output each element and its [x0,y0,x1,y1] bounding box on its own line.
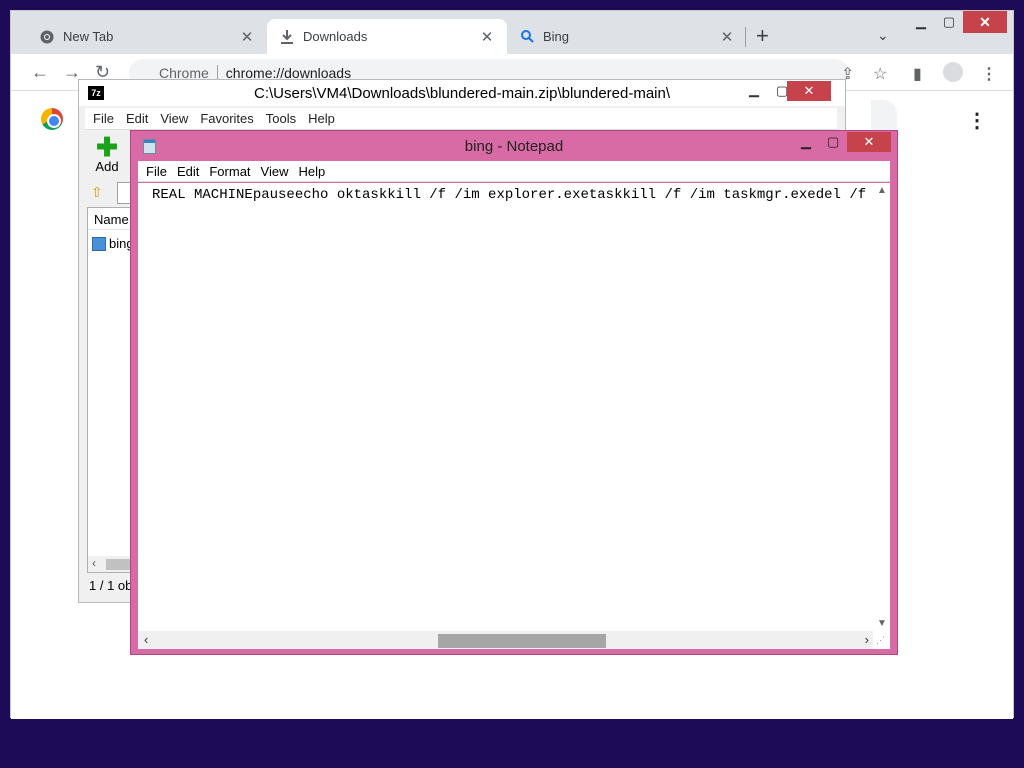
plus-icon: ✚ [96,132,118,162]
horizontal-scrollbar[interactable]: ‹ [88,556,134,572]
document-text[interactable]: REAL MACHINEpauseecho oktaskkill /f /im … [152,187,870,203]
status-bar-text: 1 / 1 obj [89,578,136,593]
7zip-title-bar[interactable]: 7z C:\Users\VM4\Downloads\blundered-main… [79,80,845,106]
scroll-thumb[interactable] [438,634,606,648]
menu-icon[interactable]: ⋮ [981,64,997,84]
download-icon [279,29,295,45]
minimize-button[interactable]: ▁ [801,134,811,150]
file-list[interactable]: Name bing ‹ [87,207,135,573]
close-window-button[interactable]: ✕ [847,132,891,152]
scroll-up-icon[interactable]: ▲ [877,185,887,196]
horizontal-scrollbar[interactable]: ‹ › [138,631,873,649]
tab-label: Downloads [303,29,368,44]
close-window-button[interactable]: ✕ [787,81,831,101]
7zip-menu-bar: File Edit View Favorites Tools Help [85,108,837,130]
menu-help[interactable]: Help [298,164,325,179]
scroll-right-icon[interactable]: › [865,632,869,647]
menu-view[interactable]: View [160,111,188,126]
add-button[interactable]: ✚ Add [93,132,121,174]
tab-bing[interactable]: Bing ✕ [507,19,747,54]
tab-label: Bing [543,29,570,44]
text-editor[interactable]: REAL MACHINEpauseecho oktaskkill /f /im … [138,183,890,649]
menu-file[interactable]: File [93,111,114,126]
minimize-button[interactable]: ▁ [749,82,759,98]
menu-file[interactable]: File [146,164,167,179]
chrome-icon [39,29,55,45]
list-item[interactable]: bing [92,236,134,251]
menu-edit[interactable]: Edit [126,111,148,126]
profile-avatar[interactable] [943,62,963,82]
star-icon[interactable]: ☆ [873,64,887,84]
scroll-left-icon[interactable]: ‹ [92,556,96,570]
resize-grip-icon[interactable]: ⋰ [876,635,888,647]
close-window-button[interactable]: ✕ [963,11,1007,33]
tab-new-tab[interactable]: New Tab ✕ [27,19,267,54]
menu-format[interactable]: Format [209,164,250,179]
search-icon [519,29,535,45]
scroll-left-icon[interactable]: ‹ [144,632,148,647]
maximize-button[interactable]: ▢ [939,11,959,33]
scroll-down-icon[interactable]: ▼ [877,618,887,629]
menu-favorites[interactable]: Favorites [200,111,253,126]
batch-file-icon [92,236,106,251]
new-tab-button[interactable]: + [756,25,769,47]
side-panel-icon[interactable]: ▮ [913,64,922,84]
more-options-icon[interactable]: ⋮ [967,108,987,133]
column-header-name[interactable]: Name [88,208,134,230]
close-icon[interactable]: ✕ [719,28,735,46]
vertical-scrollbar[interactable]: ▲ ▼ [873,183,890,631]
chrome-logo-icon [41,108,63,130]
tab-divider [745,27,746,47]
chevron-down-icon[interactable]: ⌄ [877,27,889,44]
menu-view[interactable]: View [261,164,289,179]
tab-downloads[interactable]: Downloads ✕ [267,19,507,54]
close-icon[interactable]: ✕ [479,28,495,46]
minimize-button[interactable]: ▁ [911,11,931,33]
notepad-title-bar[interactable]: bing - Notepad ▁ ▢ ✕ [131,131,897,161]
add-label: Add [95,159,119,174]
menu-edit[interactable]: Edit [177,164,199,179]
window-title: bing - Notepad [464,138,564,155]
close-icon[interactable]: ✕ [239,28,255,46]
window-title: C:\Users\VM4\Downloads\blundered-main.zi… [253,85,671,102]
tab-label: New Tab [63,29,114,44]
notepad-window: bing - Notepad ▁ ▢ ✕ File Edit Format Vi… [130,130,898,655]
tab-strip: New Tab ✕ Downloads ✕ Bing ✕ + ⌄ ▁ ▢ ✕ [11,11,1013,54]
address-field[interactable] [117,182,131,204]
folder-up-icon[interactable]: ⇧ [91,184,111,204]
back-icon[interactable]: ← [31,62,49,83]
notepad-menu-bar: File Edit Format View Help [138,161,890,182]
maximize-button[interactable]: ▢ [827,134,839,150]
menu-help[interactable]: Help [308,111,335,126]
menu-tools[interactable]: Tools [266,111,296,126]
